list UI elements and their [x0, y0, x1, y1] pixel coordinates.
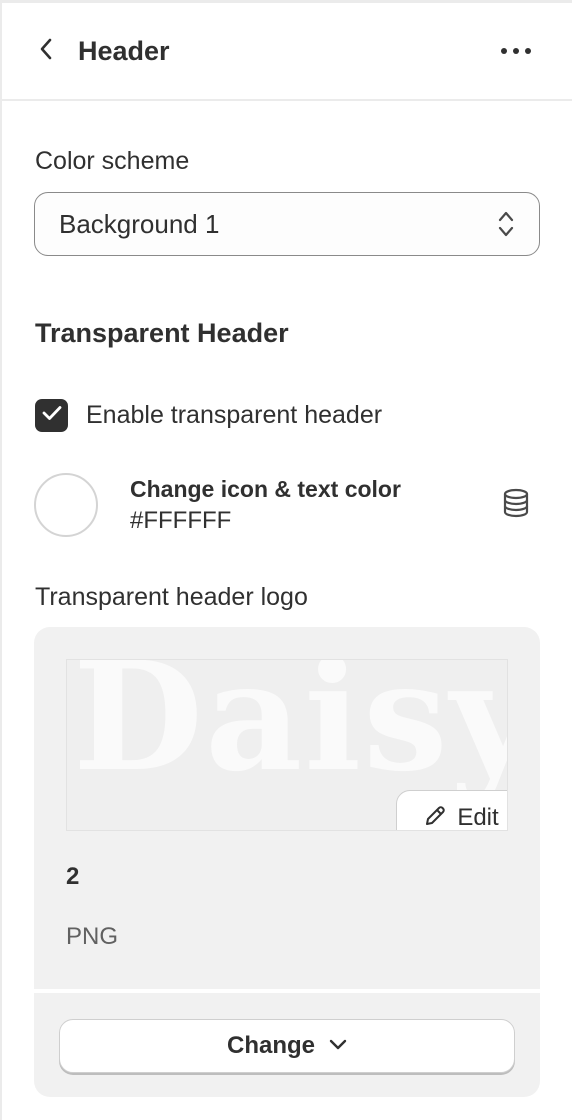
color-scheme-label: Color scheme: [35, 147, 190, 175]
edit-label: Edit: [457, 804, 499, 831]
file-name: 2: [66, 863, 80, 890]
color-scheme-value: Background 1: [59, 208, 220, 239]
change-logo-button[interactable]: Change: [59, 1019, 515, 1073]
color-swatch[interactable]: [34, 473, 98, 537]
section-title: Transparent Header: [35, 318, 289, 348]
logo-label: Transparent header logo: [35, 583, 308, 611]
select-arrows-icon: [497, 209, 515, 244]
logo-image: Daisy: [73, 659, 508, 805]
logo-card: Daisy Edit 2 PNG Change: [34, 627, 540, 1097]
chevron-down-icon: [329, 1037, 347, 1055]
change-label: Change: [226, 1032, 315, 1059]
color-setting-title: Change icon & text color: [130, 476, 401, 502]
checkbox-checked[interactable]: [35, 398, 68, 432]
more-horizontal-icon: [500, 42, 532, 60]
page-title: Header: [78, 36, 170, 66]
file-type: PNG: [66, 923, 119, 950]
color-hex-value: #FFFFFF: [130, 507, 232, 534]
card-divider: [34, 989, 540, 993]
panel-header: Header: [2, 3, 572, 101]
connect-dynamic-source-button[interactable]: [496, 485, 536, 525]
chevron-left-icon: [38, 37, 54, 66]
edit-logo-button[interactable]: Edit: [396, 790, 507, 831]
more-actions-button[interactable]: [496, 33, 536, 69]
enable-transparent-header-checkbox[interactable]: Enable transparent header: [35, 395, 382, 435]
checkmark-icon: [42, 405, 62, 426]
checkbox-label: Enable transparent header: [86, 400, 383, 429]
settings-panel: Header Color scheme Background 1 Transpa…: [0, 0, 572, 1120]
pencil-icon: [423, 804, 447, 831]
logo-preview[interactable]: Daisy Edit: [66, 659, 508, 831]
back-button[interactable]: [32, 33, 60, 69]
color-scheme-select[interactable]: Background 1: [34, 192, 540, 256]
database-icon: [502, 488, 530, 523]
